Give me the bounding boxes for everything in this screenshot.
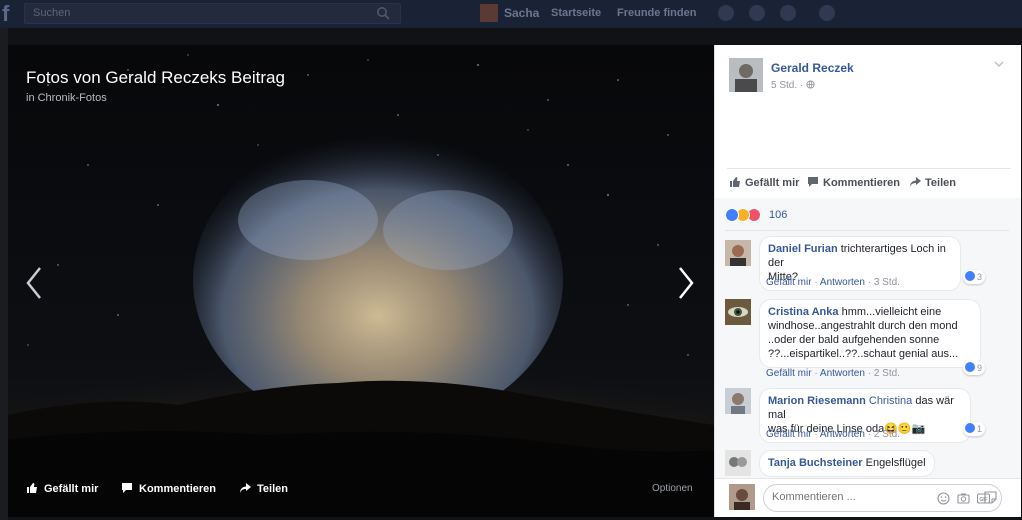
top-navigation-bar: f Suchen Sacha Startseite Freunde finden [0, 0, 1022, 28]
album-link[interactable]: in Chronik-Fotos [26, 92, 107, 104]
background-page-strip [0, 28, 8, 520]
like-reaction-icon [965, 271, 975, 281]
photo-comment-button[interactable]: Kommentieren [121, 482, 216, 496]
sticker-icon[interactable] [984, 491, 997, 504]
share-icon [910, 177, 921, 187]
author-avatar[interactable] [729, 58, 763, 92]
commenter-name-link[interactable]: Cristina Anka [768, 306, 839, 318]
comment-input[interactable] [772, 491, 922, 503]
post-side-panel: Gerald Reczek 5 Std. · Gefällt mir Komme… [714, 45, 1021, 517]
mention-link[interactable]: Christina [869, 395, 912, 407]
like-reaction-icon [965, 362, 975, 372]
comment-icon [122, 483, 132, 493]
comment-reply-link[interactable]: Antworten [820, 277, 865, 288]
comment-text: ??...eispartikel..??..schaut genial aus.… [768, 348, 959, 360]
emoji-icon[interactable] [937, 492, 950, 505]
comment-meta: Gefällt mir · Antworten · 2 Std. [766, 429, 900, 440]
photo-like-button[interactable]: Gefällt mir [26, 482, 98, 496]
camera-icon[interactable] [957, 492, 970, 505]
like-reaction-icon [725, 208, 739, 222]
comment-reply-link[interactable]: Antworten [820, 429, 865, 440]
author-name-link[interactable]: Gerald Reczek [771, 61, 854, 75]
messages-icon[interactable] [749, 5, 765, 21]
comment-like-count[interactable]: 3 [963, 270, 986, 284]
comment-like-link[interactable]: Gefällt mir [766, 368, 812, 379]
friend-requests-icon[interactable] [718, 5, 734, 21]
current-user-photo [729, 484, 755, 510]
search-input[interactable]: Suchen [24, 3, 401, 24]
commenter-photo [725, 299, 751, 325]
avatar[interactable] [725, 450, 751, 476]
share-icon [240, 483, 251, 493]
comment-meta: Gefällt mir · Antworten · 2 Std. [766, 368, 900, 379]
avatar[interactable] [725, 299, 751, 325]
avatar[interactable] [725, 388, 751, 414]
comment-like-link[interactable]: Gefällt mir [766, 429, 812, 440]
divider [725, 230, 1009, 231]
globe-icon [806, 80, 815, 89]
photo-viewer[interactable] [8, 45, 714, 517]
author-photo [729, 58, 763, 92]
avatar [480, 4, 498, 22]
commenter-name-link[interactable]: Marion Riesemann [768, 395, 866, 407]
comment-icon [808, 177, 818, 187]
avatar [729, 484, 755, 510]
previous-photo-icon[interactable] [24, 266, 44, 300]
post-timestamp[interactable]: 5 Std. · [771, 80, 815, 91]
comments-section[interactable]: 106 Daniel Furian trichterartiges Loch i… [715, 198, 1021, 478]
search-icon[interactable] [376, 6, 390, 20]
comment-like-count[interactable]: 9 [963, 361, 986, 375]
chevron-down-icon[interactable] [993, 59, 1005, 69]
photo-title: Fotos von Gerald Reczeks Beitrag [26, 68, 285, 87]
notifications-icon[interactable] [780, 5, 796, 21]
comment-like-link[interactable]: Gefällt mir [766, 277, 812, 288]
facebook-logo-icon[interactable]: f [2, 3, 18, 25]
comment-input-box[interactable]: GIF [763, 484, 1002, 512]
comment-text: hmm...vielleicht eine [841, 306, 942, 318]
post-share-button[interactable]: Teilen [909, 176, 956, 190]
photo-options-button[interactable]: Optionen [652, 483, 693, 494]
nav-home-link[interactable]: Startseite [551, 4, 601, 22]
night-sky-photo [8, 45, 714, 517]
comment-text: windhose..angestrahlt durch den mond [768, 320, 958, 332]
nav-find-friends-link[interactable]: Freunde finden [617, 4, 696, 22]
comment-bubble: Cristina Anka hmm...vielleicht eine wind… [759, 299, 981, 368]
reaction-count: 106 [769, 209, 788, 221]
post-comment-button[interactable]: Kommentieren [807, 176, 900, 190]
comment-like-count[interactable]: 1 [963, 422, 986, 436]
help-icon[interactable] [819, 5, 835, 21]
commenter-photo [725, 388, 751, 414]
thumbs-up-icon [27, 483, 37, 493]
commenter-name-link[interactable]: Tanja Buchsteiner [768, 457, 863, 469]
avatar[interactable] [725, 240, 751, 266]
next-photo-icon[interactable] [676, 266, 696, 300]
comment-text: ..oder der bald aufgehenden sonne [768, 334, 940, 346]
comment-meta: Gefällt mir · Antworten · 3 Std. [766, 277, 900, 288]
search-placeholder: Suchen [33, 7, 71, 19]
comment-text: Engelsflügel [865, 457, 926, 469]
photo-share-button[interactable]: Teilen [239, 482, 288, 496]
thumbs-up-icon [730, 177, 740, 187]
like-reaction-icon [965, 423, 975, 433]
nav-user-profile[interactable]: Sacha [480, 4, 539, 22]
comment-composer: GIF [715, 478, 1021, 517]
comment-reply-link[interactable]: Antworten [820, 368, 865, 379]
comment-bubble: Tanja Buchsteiner Engelsflügel [759, 450, 935, 477]
divider [727, 168, 1011, 169]
post-like-button[interactable]: Gefällt mir [729, 176, 799, 190]
commenter-name-link[interactable]: Daniel Furian [768, 243, 838, 255]
commenter-photo [725, 240, 751, 266]
commenter-photo [725, 450, 751, 476]
